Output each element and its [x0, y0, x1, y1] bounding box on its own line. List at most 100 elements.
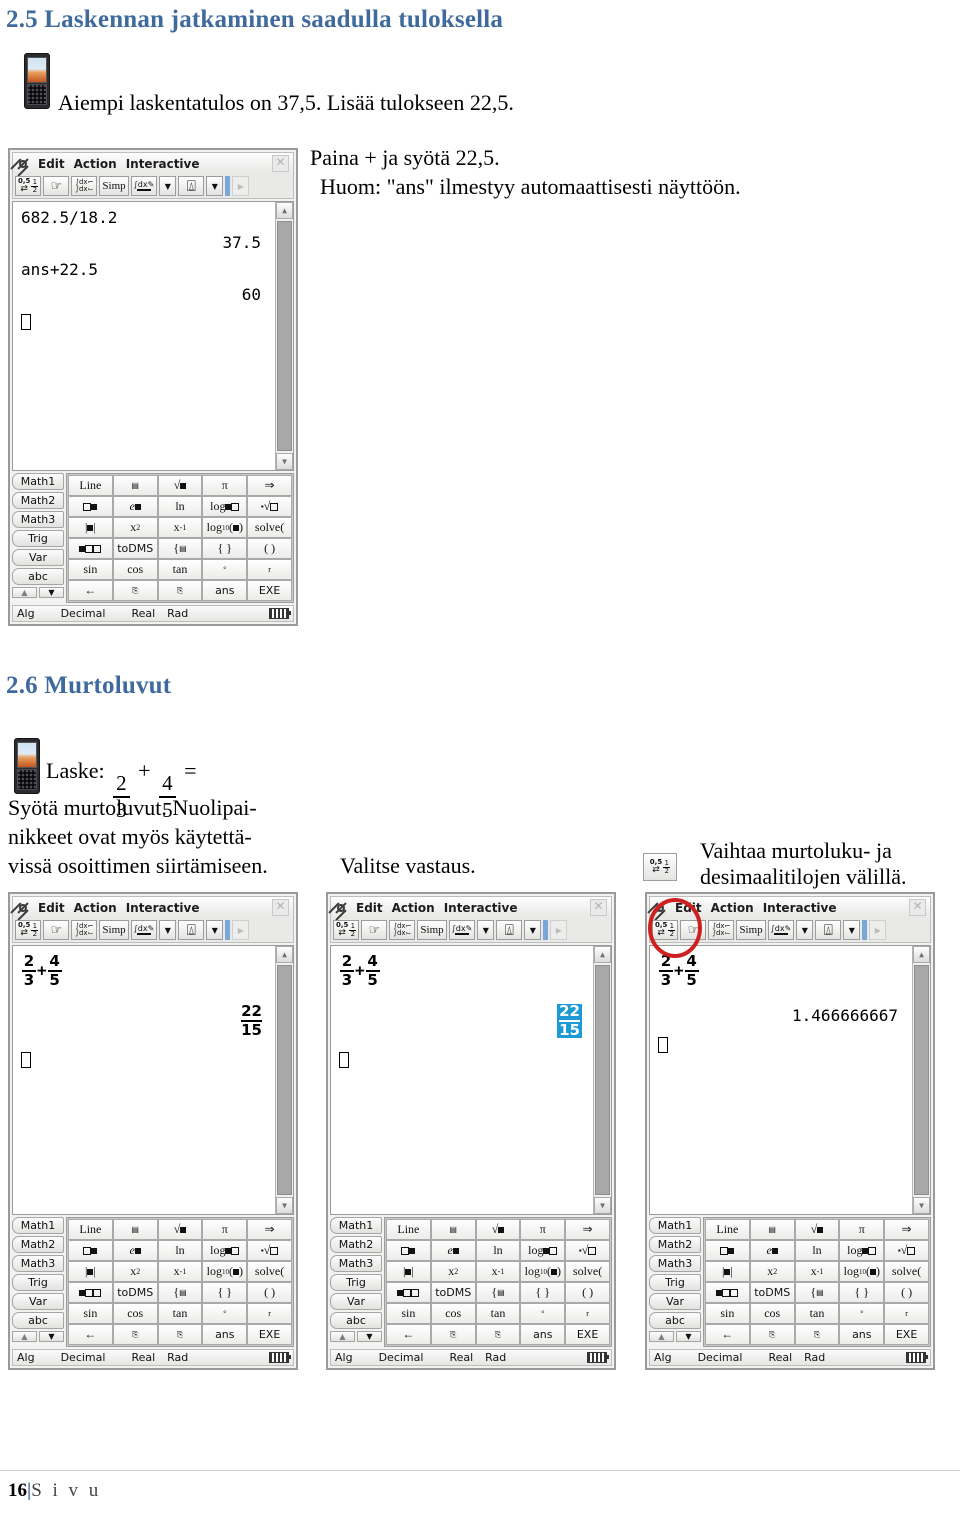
key-fraction-template[interactable]: ▤: [749, 1219, 795, 1240]
key-grid[interactable]: Line ▤ √ π ⇒ e ln log ▪ √ | | x2 x -1 lo…: [384, 1217, 612, 1347]
keyboard-tabs[interactable]: Math1 Math2 Math3 Trig Var abc ▲ ▼: [12, 1217, 64, 1347]
key-mixed-number[interactable]: [68, 1282, 113, 1303]
tab-math2[interactable]: Math2: [649, 1236, 701, 1253]
scroll-up-icon[interactable]: ▲: [594, 946, 611, 963]
display-result-selected[interactable]: 22 15: [339, 1004, 585, 1038]
key-ans[interactable]: ans: [839, 1324, 885, 1345]
simplify-button[interactable]: Simp: [736, 920, 766, 940]
tab-abc[interactable]: abc: [12, 568, 64, 585]
key-parentheses[interactable]: ( ): [247, 1282, 292, 1303]
key-parentheses[interactable]: ( ): [565, 1282, 610, 1303]
tab-trig[interactable]: Trig: [649, 1274, 701, 1291]
key-sin[interactable]: sin: [705, 1303, 750, 1324]
key-todms[interactable]: toDMS: [112, 538, 158, 559]
simplify-button[interactable]: Simp: [99, 176, 129, 196]
key-grid[interactable]: Line ▤ √ π ⇒ e ln log ▪ √ | | x2 x -1 lo…: [703, 1217, 931, 1347]
key-fraction-template[interactable]: ▤: [112, 475, 158, 496]
dropdown-1-button[interactable]: ▼: [796, 920, 814, 940]
key-backspace-icon[interactable]: ←: [68, 580, 113, 601]
key-backspace-icon[interactable]: ←: [705, 1324, 750, 1345]
tab-scroll-arrows[interactable]: ▲ ▼: [12, 1331, 64, 1342]
key-ln[interactable]: ln: [794, 1240, 840, 1261]
next-page-button[interactable]: ▶: [550, 920, 568, 940]
key-curly-braces[interactable]: { }: [202, 1282, 248, 1303]
key-x-inverse[interactable]: x -1: [157, 1261, 203, 1282]
key-cos[interactable]: cos: [112, 1303, 158, 1324]
calculator-panel-26a[interactable]: Edit Action Interactive ✕ 0,5 ⇄ 1 2 ☞ ∫dx⌐ ∫…: [8, 892, 298, 1370]
key-fraction-template[interactable]: ▤: [112, 1219, 158, 1240]
calculator-panel-25[interactable]: Edit Action Interactive ✕ 0,5 ⇄ 1 2 ☞ ∫dx⌐ ∫…: [8, 148, 298, 626]
key-power[interactable]: [68, 1240, 113, 1261]
gear-icon[interactable]: [17, 902, 29, 914]
key-piecewise[interactable]: {▤: [157, 1282, 203, 1303]
key-log-base[interactable]: log: [202, 496, 248, 517]
keyboard-tabs[interactable]: Math1 Math2 Math3 Trig Var abc ▲ ▼: [649, 1217, 701, 1347]
integral-transform-button[interactable]: ∫dx⌐ ∫dx⌙: [708, 920, 735, 940]
menu-bar[interactable]: Edit Action Interactive ✕: [12, 152, 294, 174]
close-icon[interactable]: ✕: [272, 155, 289, 172]
dropdown-2-button[interactable]: ▼: [843, 920, 861, 940]
tab-trig[interactable]: Trig: [12, 1274, 64, 1291]
key-ln[interactable]: ln: [475, 1240, 521, 1261]
key-piecewise[interactable]: {▤: [157, 538, 203, 559]
key-log10[interactable]: log 10(): [839, 1261, 885, 1282]
key-todms[interactable]: toDMS: [749, 1282, 795, 1303]
key-backspace-icon[interactable]: ←: [68, 1324, 113, 1345]
key-mixed-number[interactable]: [386, 1282, 431, 1303]
graph-button[interactable]: ⍍: [815, 920, 842, 940]
key-sin[interactable]: sin: [386, 1303, 431, 1324]
menu-item-edit[interactable]: Edit: [38, 901, 65, 915]
tab-var[interactable]: Var: [330, 1293, 382, 1310]
hand-pointer-button[interactable]: ☞: [361, 920, 388, 940]
key-exe[interactable]: EXE: [565, 1324, 610, 1345]
tab-math3[interactable]: Math3: [12, 511, 64, 528]
key-copy-icon[interactable]: ⎘: [112, 1324, 158, 1345]
key-paste-icon[interactable]: ⎘: [157, 1324, 203, 1345]
key-radian[interactable]: r: [884, 1303, 929, 1324]
key-ln[interactable]: ln: [157, 496, 203, 517]
simplify-button[interactable]: Simp: [417, 920, 447, 940]
tab-math3[interactable]: Math3: [649, 1255, 701, 1272]
display-scrollbar[interactable]: ▲ ▼: [275, 946, 293, 1214]
dropdown-2-button[interactable]: ▼: [206, 920, 224, 940]
key-grid[interactable]: Line ▤ √ π ⇒ e ln log ▪ √ | | x2 x -1 lo…: [66, 1217, 294, 1347]
key-log10[interactable]: log 10(): [202, 517, 248, 538]
tab-scroll-up-icon[interactable]: ▲: [12, 1331, 37, 1342]
tab-math2[interactable]: Math2: [330, 1236, 382, 1253]
integral-pen-button[interactable]: ∫dx✎: [130, 176, 158, 196]
simplify-button[interactable]: Simp: [99, 920, 129, 940]
dropdown-1-button[interactable]: ▼: [477, 920, 495, 940]
scroll-down-icon[interactable]: ▼: [276, 1197, 293, 1214]
scroll-thumb[interactable]: [595, 965, 610, 1195]
tab-scroll-up-icon[interactable]: ▲: [12, 587, 37, 598]
key-degree[interactable]: °: [202, 559, 248, 580]
key-cos[interactable]: cos: [749, 1303, 795, 1324]
key-tan[interactable]: tan: [157, 1303, 203, 1324]
menu-item-action[interactable]: Action: [74, 901, 117, 915]
hand-pointer-button[interactable]: ☞: [43, 176, 70, 196]
key-x-inverse[interactable]: x -1: [157, 517, 203, 538]
soft-keyboard[interactable]: Math1 Math2 Math3 Trig Var abc ▲ ▼ Line …: [330, 1217, 612, 1347]
key-ans[interactable]: ans: [202, 580, 248, 601]
key-piecewise[interactable]: {▤: [794, 1282, 840, 1303]
scroll-up-icon[interactable]: ▲: [913, 946, 930, 963]
key-solve[interactable]: solve(: [247, 1261, 292, 1282]
key-nth-root[interactable]: ▪ √: [247, 496, 292, 517]
tab-var[interactable]: Var: [12, 549, 64, 566]
key-solve[interactable]: solve(: [884, 1261, 929, 1282]
key-e-power[interactable]: e: [430, 1240, 476, 1261]
key-nth-root[interactable]: ▪ √: [884, 1240, 929, 1261]
close-icon[interactable]: ✕: [590, 899, 607, 916]
tab-math2[interactable]: Math2: [12, 1236, 64, 1253]
key-paste-icon[interactable]: ⎘: [794, 1324, 840, 1345]
scroll-track[interactable]: [594, 963, 611, 1197]
key-radian[interactable]: r: [247, 559, 292, 580]
close-icon[interactable]: ✕: [909, 899, 926, 916]
key-ans[interactable]: ans: [202, 1324, 248, 1345]
scroll-track[interactable]: [913, 963, 930, 1197]
key-mixed-number[interactable]: [68, 538, 113, 559]
key-radian[interactable]: r: [247, 1303, 292, 1324]
key-todms[interactable]: toDMS: [430, 1282, 476, 1303]
fraction-decimal-toggle-button[interactable]: 0,5 ⇄ 1 2: [333, 920, 360, 940]
key-line[interactable]: Line: [386, 1219, 431, 1240]
